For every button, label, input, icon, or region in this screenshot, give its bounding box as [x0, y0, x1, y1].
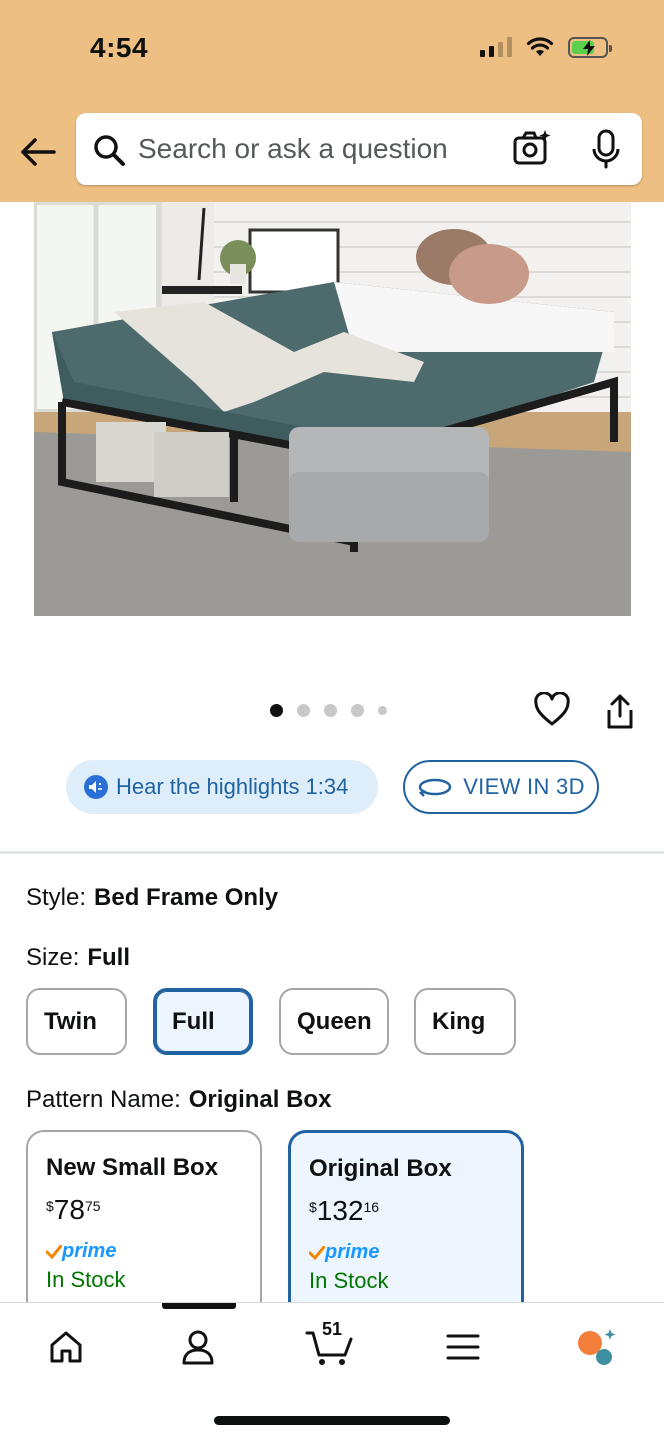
- prime-label: prime: [62, 1240, 117, 1262]
- battery-icon: [568, 36, 612, 58]
- nav-account[interactable]: [168, 1323, 228, 1371]
- price-whole: 132: [316, 1195, 364, 1226]
- heart-icon[interactable]: [534, 692, 570, 728]
- home-icon: [50, 1331, 82, 1363]
- pagination-dot[interactable]: [297, 704, 310, 717]
- menu-icon: [446, 1334, 480, 1360]
- size-button-full[interactable]: Full: [153, 988, 253, 1055]
- account-icon: [182, 1330, 214, 1365]
- top-header: 4:54: [0, 0, 664, 202]
- pattern-card-original-box[interactable]: Original Box $132 16 prime In Stock: [288, 1130, 524, 1320]
- pattern-card-price: $78 75: [46, 1194, 242, 1226]
- pagination-dot[interactable]: [378, 706, 387, 715]
- view-in-3d-button[interactable]: VIEW IN 3D: [403, 760, 599, 814]
- style-value: Bed Frame Only: [94, 884, 279, 911]
- back-arrow-icon: [21, 138, 56, 166]
- rotate-3d-icon: [418, 778, 452, 797]
- pattern-option: Pattern Name: Original Box: [26, 1086, 331, 1114]
- style-option: Style: Bed Frame Only: [26, 884, 278, 912]
- pattern-card-name: New Small Box: [46, 1154, 219, 1181]
- wifi-icon: [526, 37, 554, 56]
- nav-menu[interactable]: [433, 1323, 493, 1371]
- price-whole: 78: [53, 1194, 85, 1225]
- search-bar[interactable]: [76, 113, 642, 185]
- prime-check-icon: [309, 1245, 325, 1260]
- hear-highlights-button[interactable]: Hear the highlights 1:34: [66, 760, 378, 814]
- pattern-card-name: Original Box: [309, 1155, 452, 1182]
- pattern-value: Original Box: [188, 1086, 332, 1113]
- image-pagination[interactable]: [270, 704, 387, 717]
- back-button[interactable]: [18, 132, 58, 172]
- pattern-card-price: $132 16: [309, 1195, 503, 1227]
- price-fraction: 16: [363, 1199, 380, 1215]
- product-image[interactable]: [34, 202, 631, 616]
- view-in-3d-label: VIEW IN 3D: [463, 774, 585, 799]
- home-indicator: [214, 1416, 450, 1425]
- status-icons: [480, 36, 612, 58]
- nav-active-indicator: [162, 1303, 236, 1309]
- prime-badge: prime: [309, 1241, 503, 1264]
- price-symbol: $: [46, 1198, 54, 1214]
- prime-label: prime: [325, 1241, 380, 1263]
- speaker-icon: [84, 775, 108, 799]
- stock-status: In Stock: [309, 1268, 389, 1293]
- pattern-card-new-small-box[interactable]: New Small Box $78 75 prime In Stock: [26, 1130, 262, 1320]
- nav-home[interactable]: [36, 1323, 96, 1371]
- nav-rufus[interactable]: [566, 1323, 626, 1371]
- size-option: Size: Full: [26, 944, 130, 972]
- size-button-twin[interactable]: Twin: [26, 988, 127, 1055]
- cart-count: 51: [322, 1319, 343, 1339]
- pattern-label: Pattern Name:: [26, 1086, 181, 1113]
- pagination-dot[interactable]: [351, 704, 364, 717]
- camera-icon[interactable]: [512, 129, 552, 169]
- pagination-dot[interactable]: [270, 704, 283, 717]
- rufus-icon: [578, 1329, 616, 1365]
- prime-check-icon: [46, 1244, 62, 1259]
- size-button-queen[interactable]: Queen: [279, 988, 389, 1055]
- style-label: Style:: [26, 884, 87, 911]
- price-symbol: $: [309, 1199, 317, 1215]
- microphone-icon[interactable]: [590, 129, 622, 169]
- stock-status: In Stock: [46, 1267, 126, 1292]
- hear-highlights-label: Hear the highlights 1:34: [116, 774, 349, 799]
- prime-badge: prime: [46, 1240, 242, 1263]
- search-icon: [94, 135, 125, 166]
- bed-frame-photo: [34, 202, 631, 616]
- section-divider: [0, 851, 664, 854]
- size-button-king[interactable]: King: [414, 988, 516, 1055]
- pagination-dot[interactable]: [324, 704, 337, 717]
- size-label: Size:: [26, 944, 80, 971]
- price-fraction: 75: [84, 1198, 101, 1214]
- cellular-signal-icon: [480, 37, 512, 57]
- status-time: 4:54: [90, 32, 149, 63]
- search-input[interactable]: [138, 127, 478, 171]
- size-value: Full: [87, 944, 131, 971]
- share-icon[interactable]: [604, 694, 636, 730]
